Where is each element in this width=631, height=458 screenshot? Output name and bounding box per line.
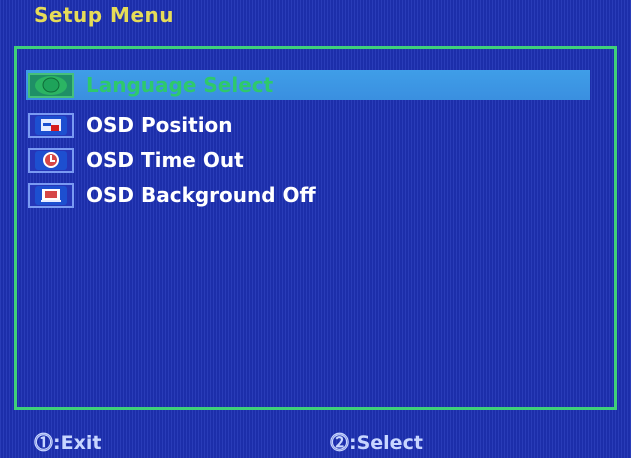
menu-item-osd-time-out[interactable]: OSD Time Out: [26, 145, 244, 175]
menu-item-osd-position[interactable]: OSD Position: [26, 110, 233, 140]
menu-title: Setup Menu: [34, 3, 174, 27]
language-icon: [28, 72, 74, 98]
select-hint: ⓶:Select: [330, 432, 423, 454]
menu-item-label: OSD Time Out: [86, 148, 244, 172]
menu-panel: [14, 46, 617, 410]
position-icon: [28, 112, 74, 138]
timer-icon: [28, 147, 74, 173]
menu-item-label: OSD Background Off: [86, 183, 316, 207]
background-icon: [28, 182, 74, 208]
menu-item-label: Language Select: [86, 73, 274, 97]
osd-screen: Setup Menu Language Select OSD Position: [0, 0, 631, 458]
menu-item-osd-background-off[interactable]: OSD Background Off: [26, 180, 316, 210]
menu-item-label: OSD Position: [86, 113, 233, 137]
exit-hint: ⓵:Exit: [34, 432, 102, 454]
menu-item-language-select[interactable]: Language Select: [26, 70, 590, 100]
